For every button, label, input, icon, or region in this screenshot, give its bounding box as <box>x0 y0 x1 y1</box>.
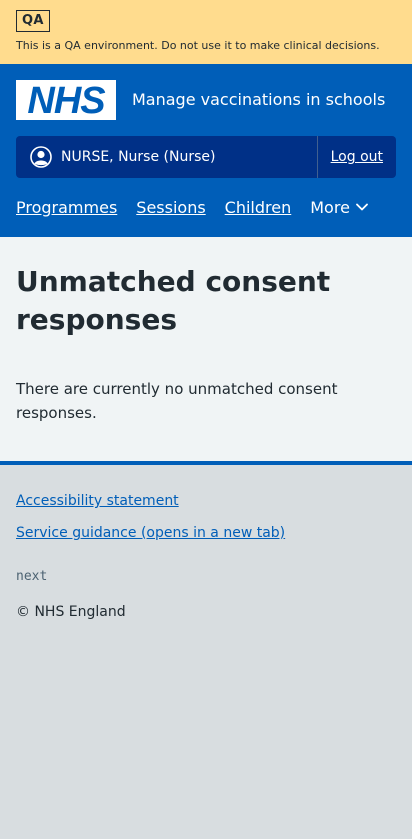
service-guidance-link[interactable]: Service guidance (opens in a new tab) <box>16 523 396 543</box>
app-version: next <box>16 569 48 584</box>
nhs-logo[interactable]: NHS <box>16 80 116 120</box>
nav-item-sessions[interactable]: Sessions <box>136 198 205 217</box>
qa-tag: QA <box>16 10 50 32</box>
nhs-logo-text: NHS <box>27 82 105 118</box>
main-content: Unmatched consent responses There are cu… <box>0 237 412 465</box>
service-name[interactable]: Manage vaccinations in schools <box>132 90 385 110</box>
account-user: NURSE, Nurse (Nurse) <box>16 136 317 178</box>
logout-link[interactable]: Log out <box>316 136 396 178</box>
nav-item-children[interactable]: Children <box>225 198 292 217</box>
qa-warning-text: This is a QA environment. Do not use it … <box>16 39 380 52</box>
nav-item-programmes[interactable]: Programmes <box>16 198 117 217</box>
empty-state-message: There are currently no unmatched consent… <box>16 380 338 422</box>
nav-more-label: More <box>310 197 350 217</box>
account-user-name: NURSE, Nurse (Nurse) <box>61 149 216 165</box>
user-circle-icon <box>30 146 52 168</box>
primary-navigation: Programmes Sessions Children More <box>16 196 396 218</box>
site-header: NHS Manage vaccinations in schools NURSE… <box>0 64 412 237</box>
copyright: © NHS England <box>16 604 126 620</box>
accessibility-statement-link[interactable]: Accessibility statement <box>16 491 396 511</box>
nhs-logo-mark: NHS <box>27 82 106 118</box>
site-footer: Accessibility statement Service guidance… <box>0 465 412 620</box>
page-title: Unmatched consent responses <box>16 265 331 336</box>
account-bar: NURSE, Nurse (Nurse) Log out <box>16 136 396 178</box>
chevron-down-icon <box>356 203 368 211</box>
nav-more-button[interactable]: More <box>310 198 368 217</box>
qa-environment-banner: QA This is a QA environment. Do not use … <box>0 0 412 64</box>
brand-row: NHS Manage vaccinations in schools <box>16 80 396 120</box>
